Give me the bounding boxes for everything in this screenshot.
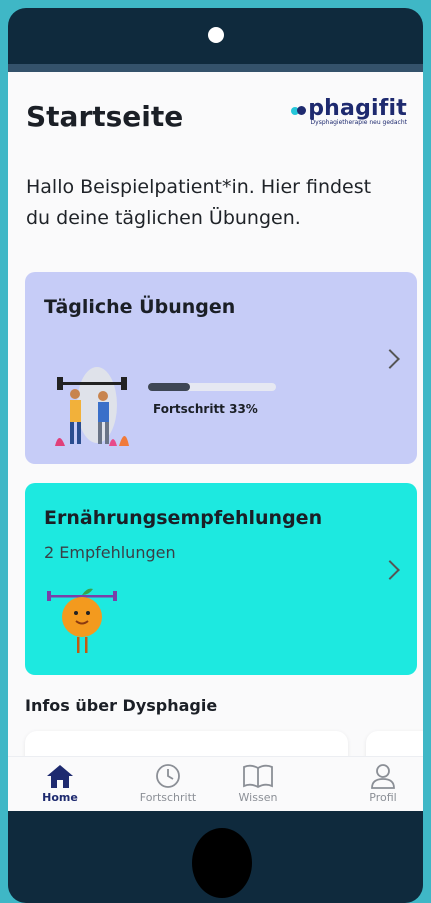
progress-label: Fortschritt 33%: [153, 402, 258, 416]
app-logo: phagifit Dysphagietherapie neu gedacht: [291, 96, 407, 126]
bottom-tab-bar: Home Fortschritt Wissen Profil: [8, 756, 423, 811]
logo-dot-icon: [297, 106, 307, 115]
app-screen: Startseite phagifit Dysphagietherapie ne…: [8, 72, 423, 811]
progress-bar-fill: [148, 383, 191, 391]
daily-exercises-card[interactable]: Tägliche Übungen Fortschritt 33%: [25, 272, 417, 464]
chevron-right-icon: [380, 349, 400, 369]
page-title: Startseite: [26, 100, 184, 133]
chevron-right-icon: [380, 560, 400, 580]
hardware-home-button[interactable]: [192, 828, 252, 898]
home-icon: [47, 765, 73, 788]
tab-label: Profil: [369, 791, 397, 804]
tab-home[interactable]: Home: [15, 763, 105, 804]
exercise-illustration: [55, 367, 129, 446]
tab-knowledge[interactable]: Wissen: [213, 763, 303, 804]
book-icon: [243, 764, 273, 789]
nutrition-title: Ernährungsempfehlungen: [44, 507, 323, 529]
progress-bar: [148, 383, 276, 391]
tab-label: Home: [42, 791, 78, 804]
clock-icon: [156, 764, 180, 788]
tab-progress[interactable]: Fortschritt: [123, 763, 213, 804]
status-strip: [8, 64, 423, 72]
nutrition-card[interactable]: Ernährungsempfehlungen 2 Empfehlungen: [25, 483, 417, 675]
tab-profile[interactable]: Profil: [338, 763, 423, 804]
tab-label: Fortschritt: [139, 791, 197, 804]
nutrition-subtitle: 2 Empfehlungen: [44, 543, 176, 562]
info-section-title: Infos über Dysphagie: [25, 696, 218, 715]
greeting-text: Hallo Beispielpatient*in. Hier findest d…: [26, 176, 372, 229]
orange-illustration: [47, 588, 117, 653]
tab-label: Wissen: [238, 791, 278, 804]
daily-exercises-title: Tägliche Übungen: [44, 296, 236, 318]
logo-wordmark: phagifit: [308, 96, 407, 121]
user-icon: [371, 764, 395, 789]
front-camera: [208, 27, 224, 43]
phone-frame: Startseite phagifit Dysphagietherapie ne…: [8, 8, 423, 903]
